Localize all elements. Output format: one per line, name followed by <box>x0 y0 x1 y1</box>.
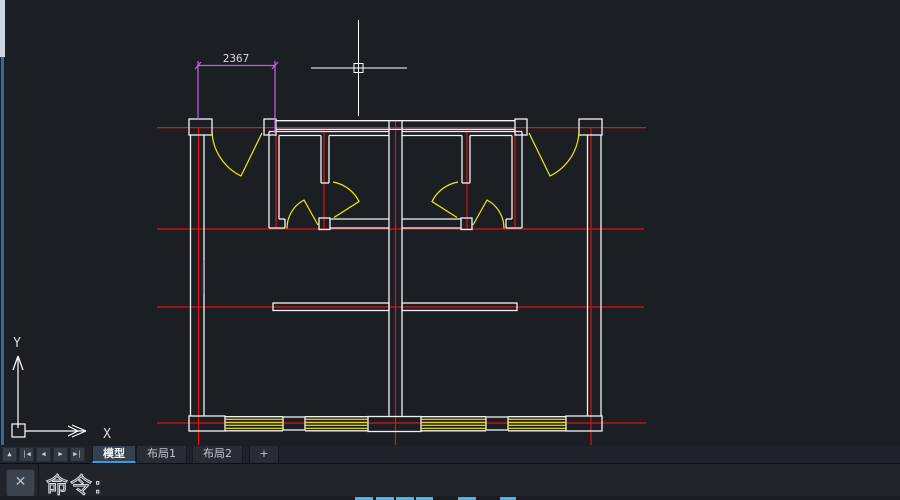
ucs-icon-item <box>18 356 23 370</box>
tab-layout2[interactable]: 布局2 <box>192 446 243 463</box>
drawing-labels: 2367 Y X <box>13 52 249 442</box>
statusbar-edge <box>0 496 900 500</box>
door-swings-item <box>473 200 504 229</box>
cad-application-window: 2367 Y X ▲ |◀ ◀ ▶ ▶| 模型 布局1 布局2 + ✕ 命令: <box>0 0 900 500</box>
ucs-icon-item <box>13 356 18 370</box>
door-swings-item <box>529 132 579 176</box>
door-swings-item <box>212 132 262 176</box>
command-panel-divider <box>38 464 39 500</box>
new-layout-button[interactable]: + <box>249 446 279 463</box>
crosshair <box>311 20 407 116</box>
drawing-labels-item: 2367 <box>223 52 250 65</box>
drawing-labels-item: X <box>103 427 111 442</box>
dimension-lines <box>195 61 278 295</box>
ucs-icon <box>13 356 86 437</box>
command-close-button[interactable]: ✕ <box>6 469 35 497</box>
door-swings-item <box>432 182 458 218</box>
ucs-icon-item <box>72 431 86 437</box>
door-swings-item <box>333 182 359 218</box>
next-sheet-button[interactable]: ▶ <box>53 447 68 462</box>
door-swings-item <box>287 200 318 229</box>
prev-sheet-button[interactable]: ◀ <box>36 447 51 462</box>
drawing-labels-item: Y <box>13 336 21 351</box>
wall-pillars-item <box>368 417 421 432</box>
model-space-canvas[interactable]: 2367 Y X <box>0 0 900 446</box>
sheet-tab-bar: ▲ |◀ ◀ ▶ ▶| 模型 布局1 布局2 + <box>0 446 900 463</box>
last-sheet-button[interactable]: ▶| <box>70 447 85 462</box>
tab-layout1[interactable]: 布局1 <box>136 446 187 463</box>
tab-model[interactable]: 模型 <box>92 446 136 463</box>
tabbar-expand-button[interactable]: ▲ <box>2 447 17 462</box>
ucs-icon-item <box>72 425 86 431</box>
first-sheet-button[interactable]: |◀ <box>19 447 34 462</box>
command-line-panel: ✕ 命令: <box>0 463 900 500</box>
